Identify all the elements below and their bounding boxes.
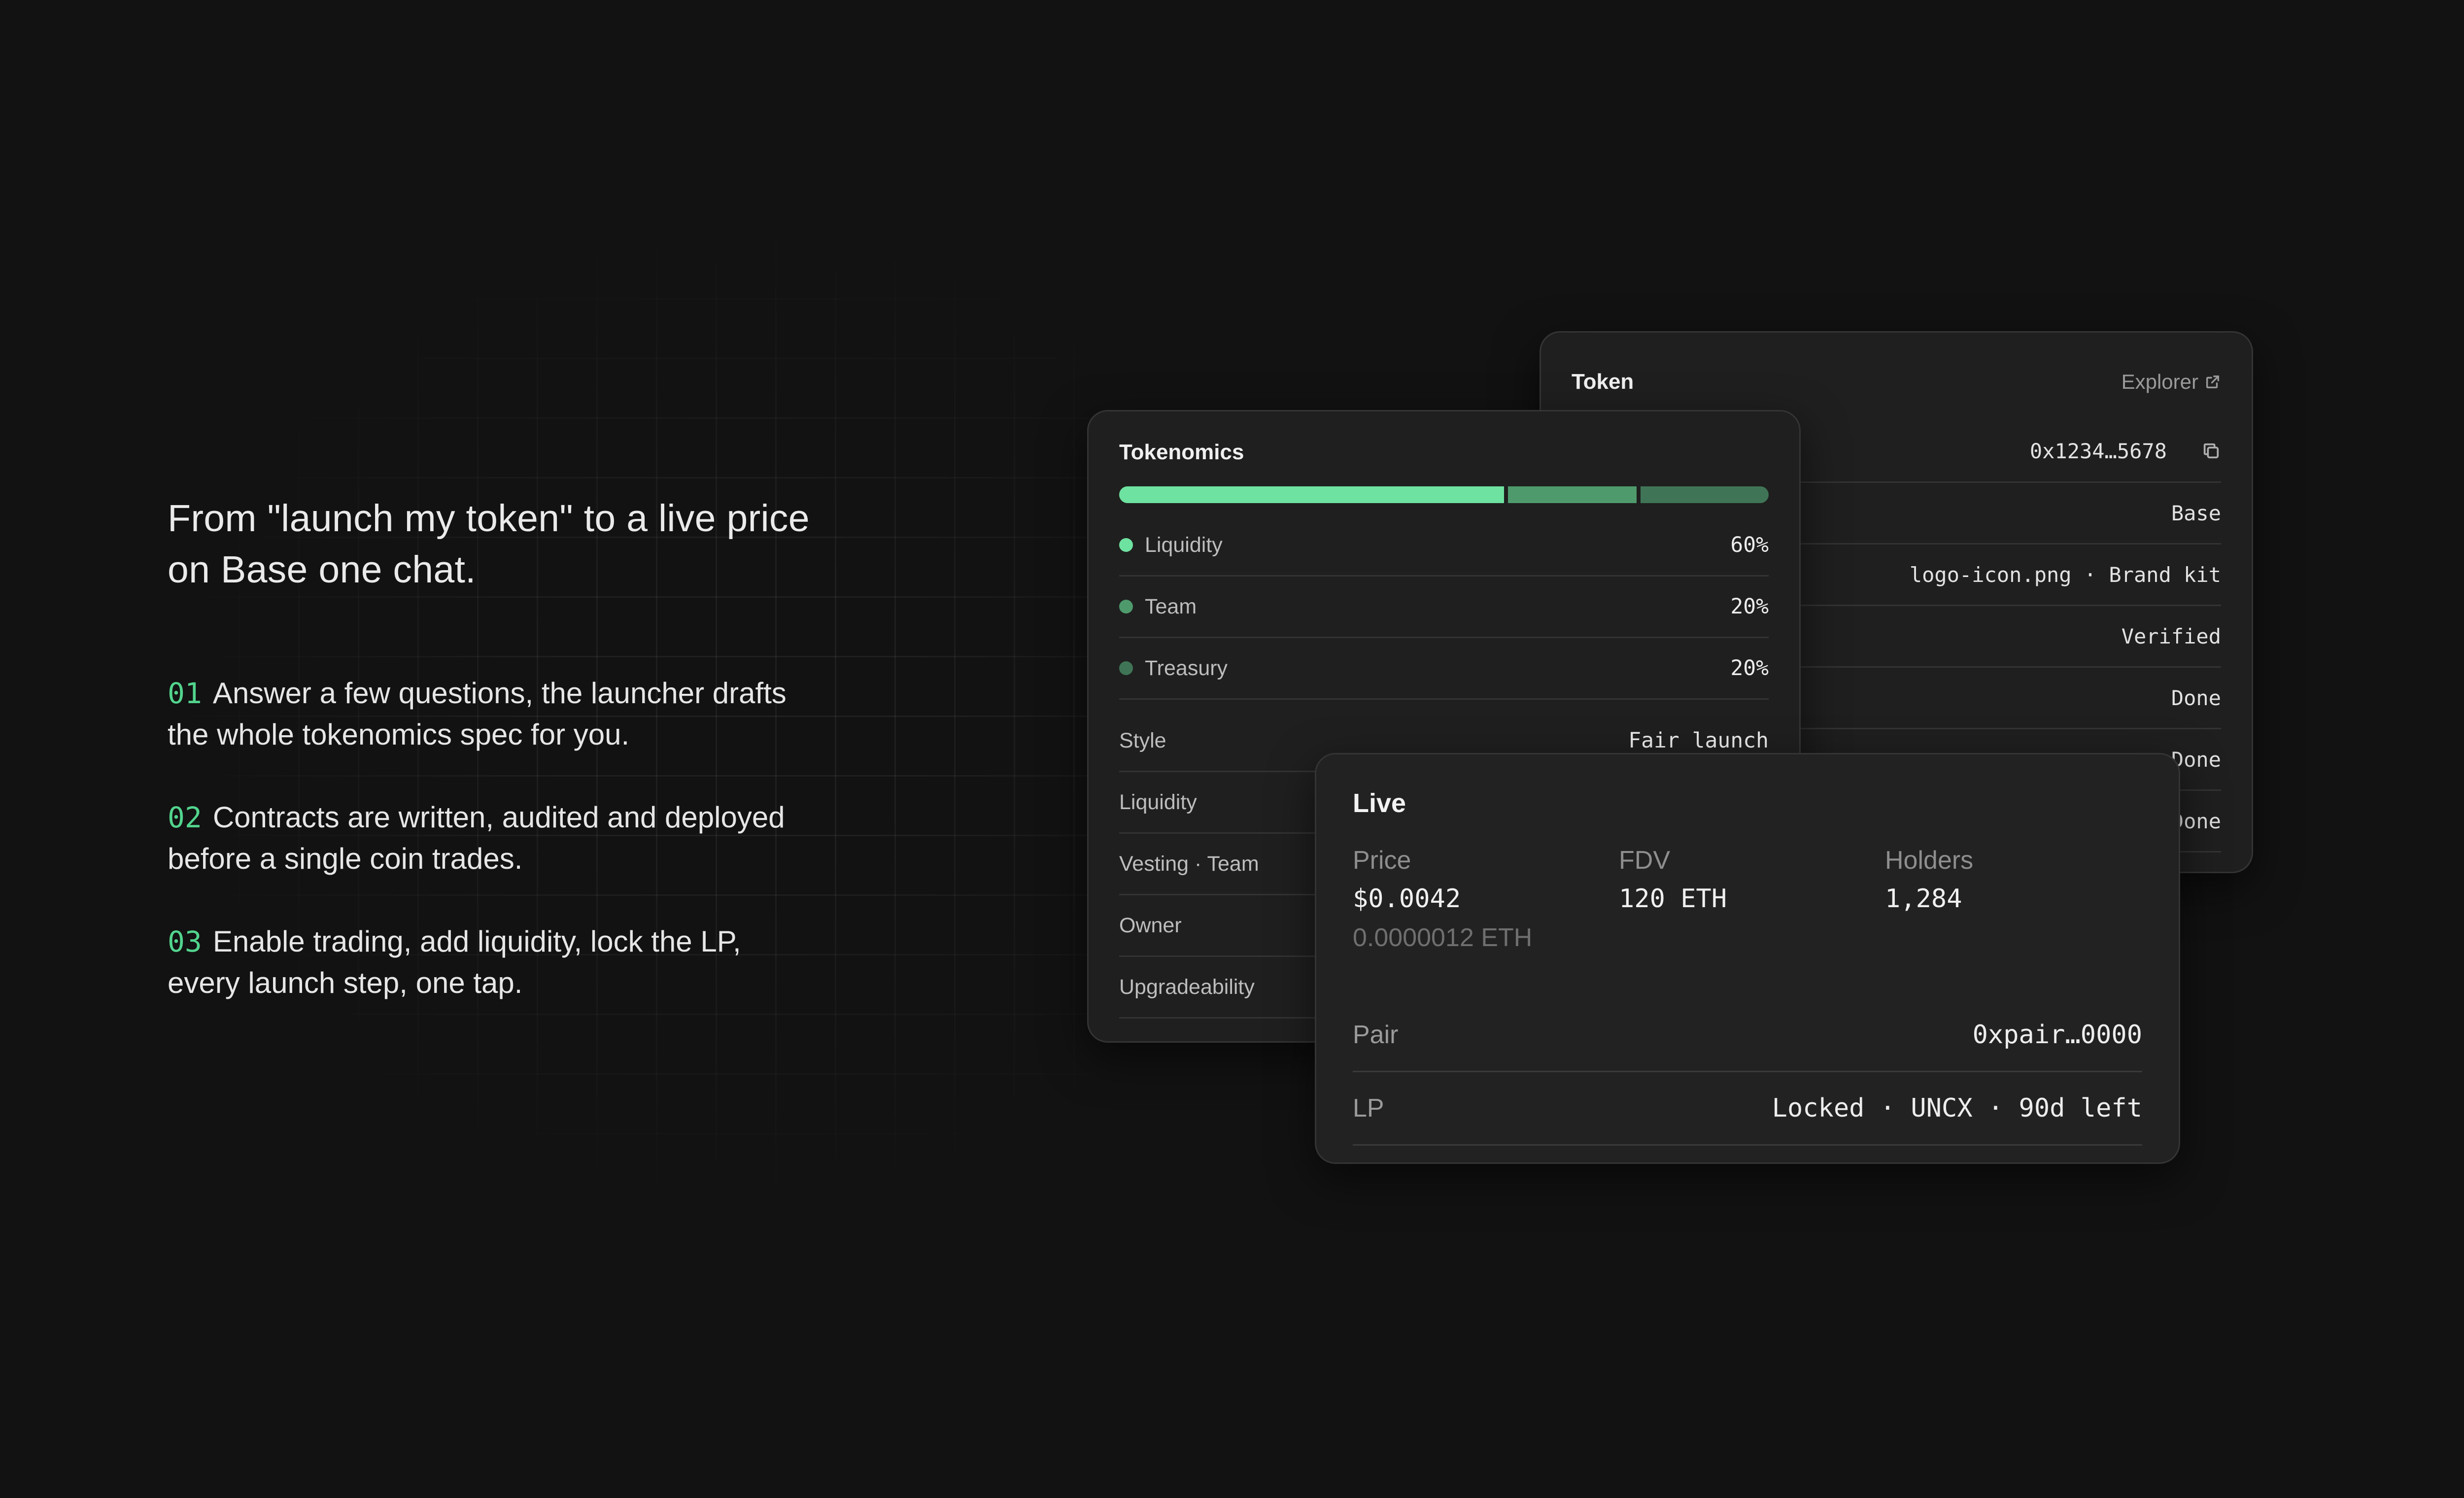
allocation-row-liquidity: Liquidity 60% [1119,515,1769,577]
live-stats: Price $0.0042 0.0000012 ETH FDV 120 ETH … [1353,843,2151,955]
lp-status: Locked · UNCX · 90d left [1772,1093,2142,1123]
detail-label: Vesting · Team [1119,851,1259,876]
allocation-value: 20% [1730,594,1769,619]
allocation-segment-team [1508,486,1637,503]
detail-label: Upgradeability [1119,975,1255,999]
allocation-row-treasury: Treasury 20% [1119,638,1769,700]
explorer-link[interactable]: Explorer [2122,370,2221,394]
headline-line-2: on Base one chat. [168,548,476,591]
detail-label: Owner [1119,913,1182,937]
stat-fdv: FDV 120 ETH [1619,843,1885,955]
allocation-label: Liquidity [1145,533,1223,557]
allocation-label: Treasury [1145,656,1228,680]
allocation-value: 60% [1730,533,1769,557]
lp-label: LP [1353,1094,1384,1123]
headline-line-1: From "launch my token" to a live price [168,497,810,540]
detail-label: Liquidity [1119,790,1197,814]
token-card-header: Token Explorer [1572,362,2221,402]
step-2: 02 Contracts are written, audited and dep… [168,797,877,880]
pair-label: Pair [1353,1021,1399,1049]
allocation-value: 20% [1730,656,1769,681]
pair-row: Pair 0xpair…0000 [1353,999,2142,1072]
allocation-row-team: Team 20% [1119,577,1769,638]
allocation-segment-liquidity [1119,486,1505,503]
step-text-line-2: every launch step, one tap. [168,966,523,999]
pair-address: 0xpair…0000 [1972,1020,2142,1050]
step-text-line-1: Answer a few questions, the launcher dra… [212,677,787,710]
stat-value: 120 ETH [1619,884,1727,914]
token-address: 0x1234…5678 [2029,439,2167,463]
stat-label: FDV [1619,846,1670,875]
step-text-line-1: Contracts are written, audited and deplo… [212,801,785,834]
stat-price: Price $0.0042 0.0000012 ETH [1353,843,1619,955]
allocation-dot [1119,600,1133,613]
allocation-dot [1119,538,1133,552]
live-card: Live Price $0.0042 0.0000012 ETH FDV 120… [1315,753,2180,1164]
step-text-line-1: Enable trading, add liquidity, lock the … [212,925,741,958]
headline: From "launch my token" to a live price o… [168,493,872,595]
tokenomics-title: Tokenomics [1119,440,1244,464]
token-card-title: Token [1572,370,1634,394]
detail-label: Style [1119,728,1166,752]
external-link-icon [2206,375,2220,389]
stat-value: 1,284 [1885,884,1962,914]
detail-value: Fair launch [1628,728,1769,753]
copy-icon[interactable] [2201,441,2221,461]
allocation-bar [1119,486,1769,503]
step-text-line-2: the whole tokenomics spec for you. [168,718,630,751]
stat-label: Holders [1885,846,1974,875]
step-number: 01 [168,677,202,710]
stat-subvalue: 0.0000012 ETH [1353,923,1533,952]
live-title: Live [1353,788,1406,818]
step-number: 03 [168,925,202,958]
allocation-label: Team [1145,594,1197,618]
stat-label: Price [1353,846,1411,875]
explorer-label: Explorer [2121,370,2198,393]
stat-holders: Holders 1,284 [1885,843,2151,955]
step-3: 03 Enable trading, add liquidity, lock th… [168,921,877,1004]
hero: From "launch my token" to a live price o… [168,493,872,595]
step-1: 01 Answer a few questions, the launcher d… [168,673,877,755]
allocation-dot [1119,661,1133,675]
steps-list: 01 Answer a few questions, the launcher d… [168,673,877,1045]
live-detail-list: Pair 0xpair…0000 LP Locked · UNCX · 90d … [1353,999,2142,1146]
step-number: 02 [168,801,202,834]
lp-row: LP Locked · UNCX · 90d left [1353,1072,2142,1146]
step-text-line-2: before a single coin trades. [168,842,523,875]
allocation-segment-treasury [1640,486,1769,503]
stat-value: $0.0042 [1353,884,1461,914]
